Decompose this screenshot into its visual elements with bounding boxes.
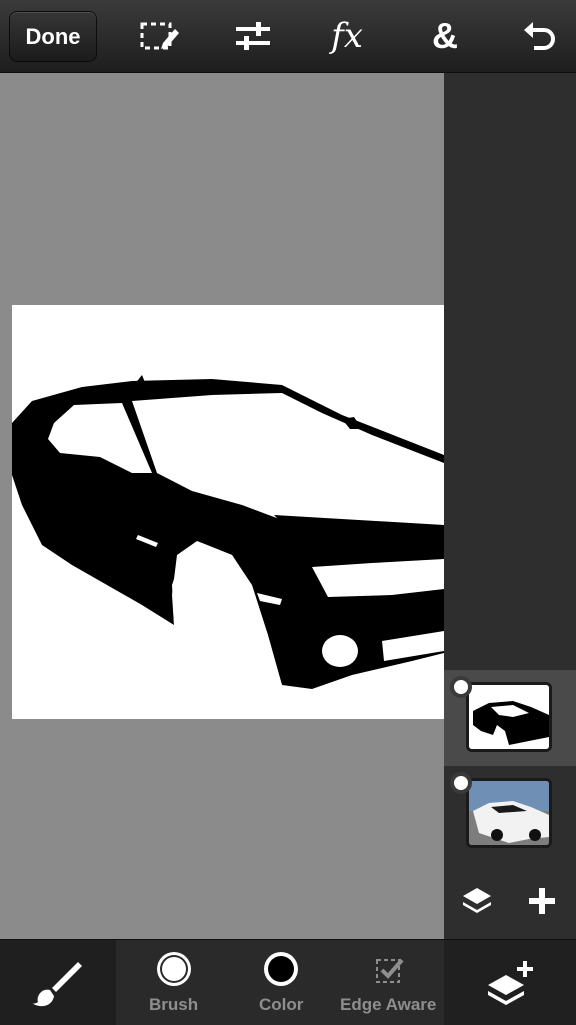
paintbrush-icon [32, 961, 82, 1006]
layer-thumbnail[interactable] [466, 778, 552, 848]
layers-stack-icon[interactable] [457, 881, 497, 921]
add-layer-button[interactable] [444, 940, 576, 1025]
edge-aware-toggle[interactable]: Edge Aware [336, 940, 442, 1025]
bottom-toolbar: Brush Color Edge Aware [0, 939, 576, 1025]
done-button[interactable]: Done [9, 11, 97, 62]
fx-label: fx [331, 16, 363, 56]
brush-label: Brush [149, 995, 199, 1014]
checkbox-icon [376, 958, 404, 983]
blend-label: & [432, 15, 458, 56]
add-layer-icon [488, 960, 533, 1005]
color-button[interactable]: Color [244, 940, 322, 1025]
canvas-area[interactable] [0, 73, 444, 939]
layer-item-silhouette[interactable] [444, 670, 576, 766]
add-icon[interactable] [522, 881, 562, 921]
selection-icon[interactable] [137, 14, 181, 58]
edge-aware-label: Edge Aware [340, 995, 437, 1014]
blend-icon[interactable]: & [423, 14, 467, 58]
car-silhouette [12, 375, 444, 689]
brush-tool-button[interactable] [0, 940, 116, 1025]
artboard-image[interactable] [12, 305, 444, 719]
top-toolbar: Done fx & [0, 0, 576, 73]
layer-item-photo[interactable] [444, 766, 576, 862]
undo-icon[interactable] [518, 14, 562, 58]
layer-visibility-dot[interactable] [450, 676, 472, 698]
fx-icon[interactable]: fx [325, 14, 369, 58]
layer-visibility-dot[interactable] [450, 772, 472, 794]
adjustments-icon[interactable] [231, 14, 275, 58]
layers-panel [444, 73, 576, 939]
brush-size-icon [157, 952, 191, 986]
layer-thumbnail[interactable] [466, 682, 552, 752]
brush-size-button[interactable]: Brush [135, 940, 213, 1025]
color-label: Color [259, 995, 304, 1014]
color-swatch-icon [264, 952, 298, 986]
